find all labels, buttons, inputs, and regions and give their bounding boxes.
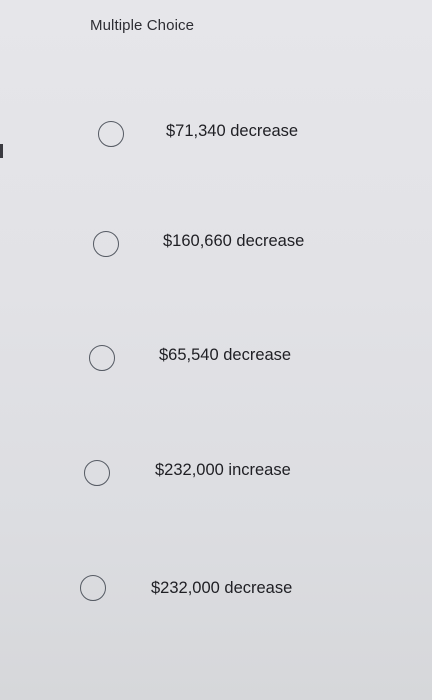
answer-option-label: $160,660 decrease [163, 232, 305, 250]
answer-option-1[interactable]: $71,340 decrease [0, 108, 432, 158]
radio-button-icon[interactable] [84, 460, 110, 486]
radio-button-icon[interactable] [89, 345, 115, 371]
radio-button-icon[interactable] [80, 575, 106, 601]
question-type-heading: Multiple Choice [90, 17, 195, 34]
answer-option-label: $232,000 increase [155, 461, 291, 479]
answer-option-4[interactable]: $232,000 increase [0, 446, 432, 496]
answer-option-label: $65,540 decrease [159, 346, 292, 364]
answer-option-label: $232,000 decrease [151, 579, 293, 597]
answer-option-3[interactable]: $65,540 decrease [0, 330, 432, 380]
answer-option-label: $71,340 decrease [166, 122, 299, 140]
answer-option-2[interactable]: $160,660 decrease [0, 217, 432, 267]
radio-button-icon[interactable] [98, 121, 124, 147]
answer-option-5[interactable]: $232,000 decrease [0, 563, 432, 613]
radio-button-icon[interactable] [93, 231, 119, 257]
